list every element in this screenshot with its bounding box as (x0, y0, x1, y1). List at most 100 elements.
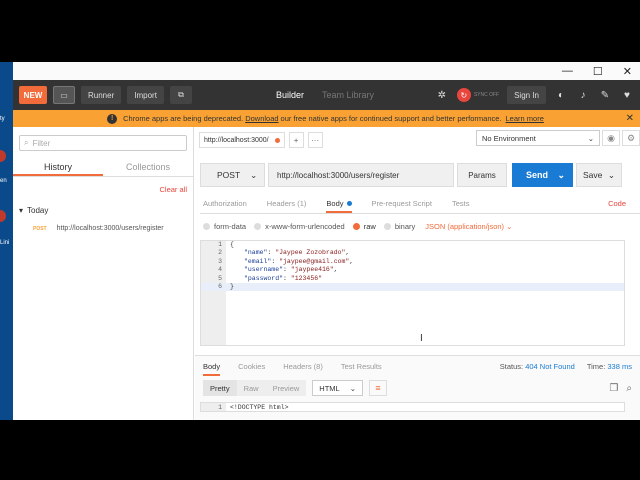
radio-label: binary (394, 221, 416, 231)
wrench-icon[interactable]: ✎ (598, 90, 612, 101)
json-value: "123456" (290, 274, 323, 282)
body-editor[interactable]: 1 { 2 "name": "Jaypee Zozobrado", 3 "ema… (200, 240, 625, 346)
history-group-label: Today (27, 206, 49, 215)
code-line: } (230, 283, 234, 290)
new-window-icon[interactable]: ⧉ (169, 86, 192, 104)
environment-select[interactable]: No Environment ⌄ (476, 130, 600, 146)
params-button[interactable]: Params (457, 163, 507, 187)
code-link[interactable]: Code (608, 199, 626, 208)
url-bar: POST ⌄ http://localhost:3000/users/regis… (200, 163, 640, 187)
search-icon[interactable]: ⌕ (626, 383, 632, 394)
tab-response-headers[interactable]: Headers (8) (283, 362, 323, 371)
json-value: "Jaypee Zozobrado" (275, 249, 346, 257)
raw-button[interactable]: Raw (236, 380, 266, 396)
radio-binary[interactable]: binary (383, 221, 416, 231)
active-dot-icon (346, 201, 352, 206)
tab-body-label: Body (326, 199, 344, 208)
tab-tests[interactable]: Tests (452, 199, 470, 208)
url-input[interactable]: http://localhost:3000/users/register (268, 163, 454, 187)
tab-authorization[interactable]: Authorization (203, 199, 247, 208)
download-link[interactable]: Download (245, 114, 278, 123)
postman-window: — ☐ ✕ NEW ▭ Runner Import ⧉ Builder Team… (13, 62, 640, 420)
radio-icon (203, 222, 210, 230)
text-cursor-icon: I (420, 333, 423, 344)
body-type-options: form-data x-www-form-urlencoded raw bina… (203, 219, 640, 233)
tab-test-results[interactable]: Test Results (341, 362, 382, 371)
heart-icon[interactable]: ♥ (620, 90, 634, 101)
radio-form-data[interactable]: form-data (203, 222, 246, 231)
format-select[interactable]: HTML ⌄ (312, 380, 364, 396)
sidebar-toggle-icon[interactable]: ▭ (53, 86, 75, 104)
tab-history[interactable]: History (13, 159, 103, 176)
json-key: "username" (244, 266, 284, 274)
code-line: "email": "jaypee@gmail.com", (244, 257, 354, 265)
send-label: Send (526, 170, 549, 180)
history-method: POST (33, 226, 47, 232)
sidebar-tabs: History Collections (13, 159, 193, 177)
new-button[interactable]: NEW (19, 86, 47, 104)
desktop-app-icon[interactable] (0, 210, 6, 222)
copy-icon[interactable]: ❐ (609, 383, 618, 394)
preview-button[interactable]: Preview (265, 380, 307, 396)
content-type-select[interactable]: JSON (application/json) ⌄ (425, 222, 512, 231)
globe-icon[interactable]: ◐ (554, 90, 568, 101)
bell-icon[interactable]: ♪ (576, 90, 590, 101)
runner-button[interactable]: Runner (81, 86, 122, 104)
radio-urlencoded[interactable]: x-www-form-urlencoded (254, 222, 345, 231)
desktop-label: en (0, 178, 7, 184)
close-button[interactable]: ✕ (623, 65, 632, 78)
code-line: <!DOCTYPE html> (230, 404, 289, 411)
tab-headers[interactable]: Headers (1) (267, 199, 307, 208)
send-button[interactable]: Send ⌄ (512, 163, 573, 187)
code-line: "username": "jaypee416", (244, 266, 338, 274)
method-select[interactable]: POST ⌄ (200, 163, 265, 187)
history-group[interactable]: ▾ Today (13, 202, 193, 219)
tab-collections[interactable]: Collections (103, 159, 193, 176)
sidebar: ⌕ Filter History Collections Clear all ▾… (13, 127, 194, 420)
chevron-down-icon: ▾ (19, 206, 24, 215)
tab-pre-request-script[interactable]: Pre-request Script (372, 199, 432, 208)
line-number: 3 (218, 257, 222, 265)
response-toolbar: Pretty Raw Preview HTML ⌄ ≡ ❐ ⌕ (203, 380, 640, 396)
response-body-viewer[interactable]: 1 <!DOCTYPE html> (200, 402, 625, 412)
chevron-down-icon: ⌄ (506, 221, 513, 231)
radio-raw[interactable]: raw (352, 222, 376, 231)
gear-icon[interactable]: ⚙ (622, 130, 640, 146)
learn-more-link[interactable]: Learn more (506, 114, 544, 123)
history-item[interactable]: POST http://localhost:3000/users/registe… (13, 219, 193, 233)
minimize-button[interactable]: — (562, 65, 573, 77)
sign-in-button[interactable]: Sign In (507, 86, 546, 104)
line-number: 2 (218, 249, 222, 257)
request-builder: http://localhost:3000/ + ··· No Environm… (195, 127, 640, 420)
save-button[interactable]: Save ⌄ (576, 163, 622, 187)
response-panel: Body Cookies Headers (8) Test Results St… (195, 355, 640, 420)
more-tabs-icon[interactable]: ··· (307, 132, 323, 148)
response-tabs: Body Cookies Headers (8) Test Results St… (195, 356, 640, 376)
chevron-down-icon: ⌄ (250, 169, 258, 180)
import-button[interactable]: Import (127, 86, 164, 104)
clear-all-link[interactable]: Clear all (159, 185, 187, 194)
tab-team-library[interactable]: Team Library (322, 90, 374, 100)
add-tab-icon[interactable]: + (288, 132, 304, 148)
maximize-button[interactable]: ☐ (593, 65, 603, 78)
chevron-down-icon[interactable]: ⌄ (608, 170, 615, 181)
save-label: Save (583, 170, 603, 180)
eye-icon[interactable]: ◉ (602, 130, 620, 146)
close-icon[interactable]: ✕ (626, 113, 634, 124)
interceptor-icon[interactable]: ✲ (435, 90, 449, 101)
chevron-down-icon[interactable]: ⌄ (557, 170, 565, 181)
banner-text: our free native apps for continued suppo… (280, 114, 502, 123)
current-line-highlight (201, 283, 624, 292)
filter-input[interactable]: ⌕ Filter (19, 135, 187, 151)
sync-status[interactable]: ↻ SYNC OFF (456, 88, 499, 102)
tab-body[interactable]: Body (326, 199, 352, 213)
desktop-label: Lini (0, 240, 10, 246)
desktop-app-icon[interactable] (0, 150, 6, 162)
request-tab[interactable]: http://localhost:3000/ (199, 132, 285, 148)
tab-builder[interactable]: Builder (276, 90, 304, 100)
wrap-lines-icon[interactable]: ≡ (369, 380, 388, 396)
line-number: 1 (218, 404, 222, 411)
tab-cookies[interactable]: Cookies (238, 362, 265, 371)
tab-response-body[interactable]: Body (203, 362, 221, 376)
pretty-button[interactable]: Pretty (203, 380, 237, 396)
